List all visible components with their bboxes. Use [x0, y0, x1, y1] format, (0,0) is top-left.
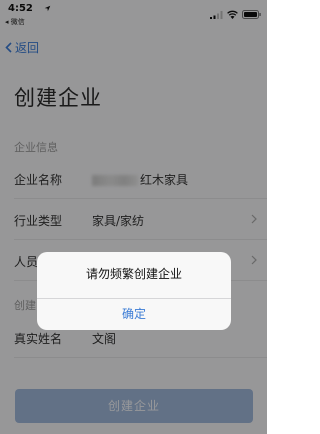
screen: 4:52 ◂ 微信 返回 创建企业 企业信息 企业名称 红木家具 行业类型 家具… — [0, 0, 267, 434]
alert-message: 请勿频繁创建企业 — [85, 267, 182, 281]
alert-dialog: 请勿频繁创建企业 确定 — [37, 252, 231, 330]
modal-backdrop — [0, 0, 267, 434]
alert-confirm-button[interactable]: 确定 — [37, 299, 231, 330]
